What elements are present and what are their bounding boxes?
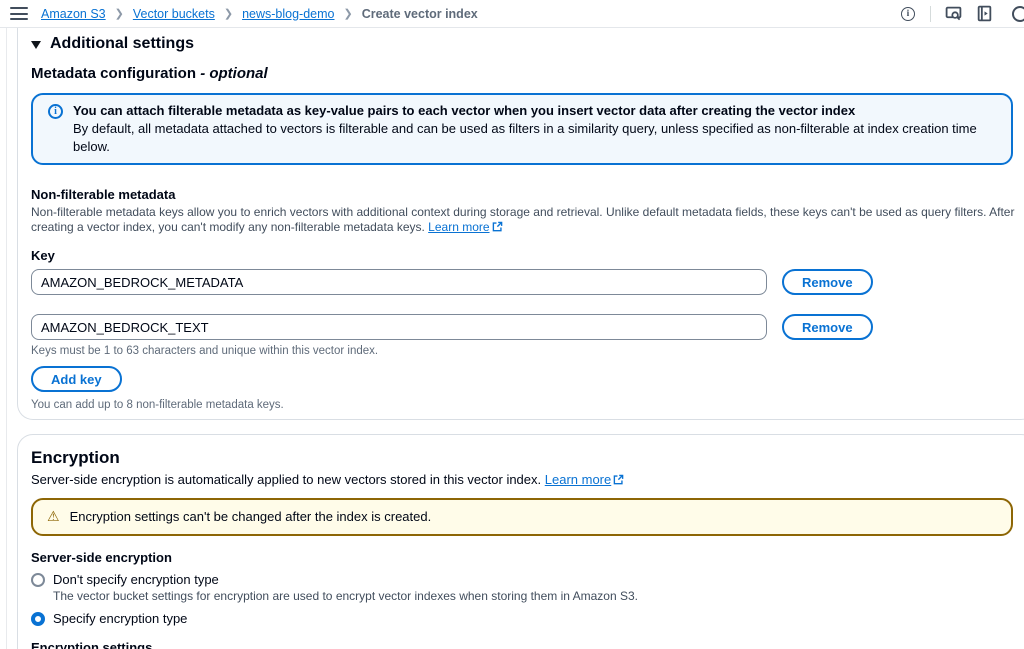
learn-more-link[interactable]: Learn more [428, 220, 489, 234]
partial-circle-icon[interactable] [1006, 5, 1024, 23]
description-text: Server-side encryption is automatically … [31, 472, 545, 487]
key-input-1[interactable] [31, 269, 767, 295]
additional-settings-card: Additional settings Metadata configurati… [17, 28, 1024, 420]
breadcrumb: Amazon S3 ❯ Vector buckets ❯ news-blog-d… [41, 7, 478, 21]
key-input-2[interactable] [31, 314, 767, 340]
non-filterable-metadata-label: Non-filterable metadata [31, 187, 1013, 202]
radio-specify-encryption[interactable]: Specify encryption type [31, 611, 1013, 626]
remove-key-button-1[interactable]: Remove [782, 269, 873, 295]
encryption-description: Server-side encryption is automatically … [31, 471, 1013, 489]
encryption-card: Encryption Server-side encryption is aut… [17, 434, 1024, 649]
additional-settings-title: Additional settings [50, 35, 194, 53]
page-content: Additional settings Metadata configurati… [0, 28, 1024, 649]
external-link-icon [492, 221, 503, 236]
header-toolbar: i [899, 5, 1024, 23]
breadcrumb-vector-buckets[interactable]: Vector buckets [133, 7, 215, 21]
key-constraint-text: Keys must be 1 to 63 characters and uniq… [31, 345, 1013, 357]
radio-icon[interactable] [31, 612, 45, 626]
info-alert: i You can attach filterable metadata as … [31, 93, 1013, 165]
external-link-icon [613, 472, 624, 489]
warning-triangle-icon: ⚠ [47, 508, 60, 526]
remove-key-button-2[interactable]: Remove [782, 314, 873, 340]
add-key-hint: You can add up to 8 non-filterable metad… [31, 399, 1013, 411]
non-filterable-metadata-section: Non-filterable metadata Non-filterable m… [31, 187, 1013, 236]
triangle-down-icon [31, 41, 41, 49]
learn-more-link[interactable]: Learn more [545, 472, 611, 487]
chevron-right-icon: ❯ [224, 7, 233, 20]
radio-label: Don't specify encryption type [53, 572, 219, 587]
server-side-encryption-label: Server-side encryption [31, 550, 1013, 565]
left-panel-border [6, 28, 7, 649]
non-filterable-metadata-description: Non-filterable metadata keys allow you t… [31, 205, 1015, 236]
breadcrumb-bucket-name[interactable]: news-blog-demo [242, 7, 334, 21]
radio-label: Specify encryption type [53, 611, 187, 626]
chevron-right-icon: ❯ [343, 7, 352, 20]
radio-description: The vector bucket settings for encryptio… [53, 589, 993, 604]
notebook-icon[interactable] [975, 5, 993, 23]
info-help-icon[interactable]: i [899, 5, 917, 23]
info-alert-text: You can attach filterable metadata as ke… [73, 102, 996, 156]
info-alert-body: By default, all metadata attached to vec… [73, 120, 996, 156]
radio-dont-specify-encryption[interactable]: Don't specify encryption type [31, 572, 1013, 587]
additional-settings-expander[interactable]: Additional settings [31, 35, 1013, 53]
key-row: Remove [31, 269, 1013, 295]
warning-alert-text: Encryption settings can't be changed aft… [70, 508, 432, 526]
encryption-title: Encryption [31, 448, 1013, 468]
chevron-right-icon: ❯ [115, 7, 124, 20]
add-key-button[interactable]: Add key [31, 366, 122, 392]
breadcrumb-amazon-s3[interactable]: Amazon S3 [41, 7, 106, 21]
header-divider [930, 6, 931, 22]
warning-alert: ⚠ Encryption settings can't be changed a… [31, 498, 1013, 536]
menu-icon[interactable] [10, 7, 28, 20]
encryption-settings-label: Encryption settings [31, 640, 1013, 649]
description-text: Non-filterable metadata keys allow you t… [31, 205, 1014, 234]
breadcrumb-current-page: Create vector index [362, 7, 478, 21]
optional-suffix: - optional [200, 65, 268, 82]
top-navigation-bar: Amazon S3 ❯ Vector buckets ❯ news-blog-d… [0, 0, 1024, 28]
key-label: Key [31, 248, 1013, 263]
screen-search-icon[interactable] [944, 5, 962, 23]
metadata-configuration-heading: Metadata configuration - optional [31, 65, 1013, 82]
info-icon: i [48, 104, 63, 119]
radio-icon[interactable] [31, 573, 45, 587]
key-row: Remove [31, 314, 1013, 340]
info-alert-title: You can attach filterable metadata as ke… [73, 102, 996, 120]
